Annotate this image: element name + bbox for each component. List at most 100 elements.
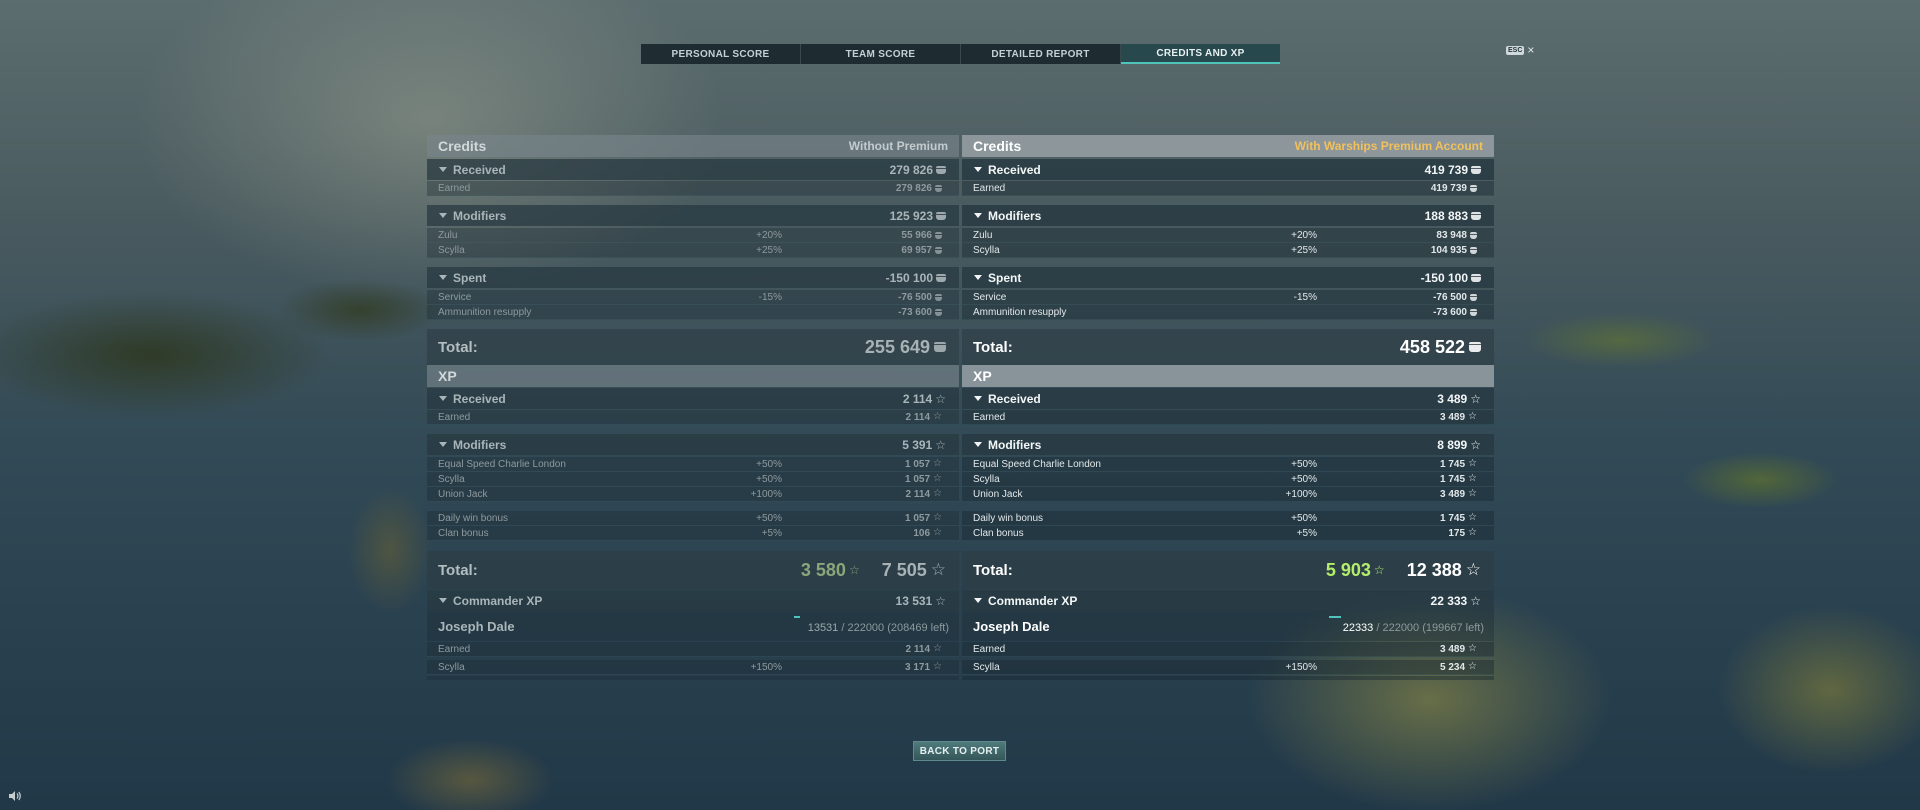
item-value: 1 057 ☆ bbox=[862, 513, 942, 524]
xp-star-icon: ☆ bbox=[1373, 563, 1385, 577]
total-label: Total: bbox=[438, 338, 478, 356]
list-item: Union Jack +100% 2 114 ☆ bbox=[427, 487, 959, 502]
credits-coin-icon bbox=[935, 231, 942, 239]
item-value: 106 ☆ bbox=[862, 528, 942, 539]
list-item: Earned 3 489 ☆ bbox=[962, 410, 1494, 425]
xp-modifiers-group[interactable]: Modifiers 8 899 ☆ bbox=[962, 434, 1494, 455]
list-item: Scylla +50% 1 057 ☆ bbox=[427, 472, 959, 487]
commander-row: Joseph Dale 22333 / 222000 (199667 left) bbox=[962, 611, 1494, 641]
account-type-label: Without Premium bbox=[848, 139, 948, 153]
tab-bar: PERSONAL SCORE TEAM SCORE DETAILED REPOR… bbox=[641, 44, 1280, 64]
progress-total: / 222000 (208469 left) bbox=[838, 622, 949, 634]
triangle-down-icon bbox=[439, 442, 447, 447]
progress-bar bbox=[1328, 616, 1341, 618]
item-label: Service bbox=[973, 291, 1007, 303]
xp-received-group[interactable]: Received 3 489 ☆ bbox=[962, 388, 1494, 409]
list-item: Equal Speed Charlie London +50% 1 057 ☆ bbox=[427, 457, 959, 472]
item-amount: 1 057 bbox=[905, 512, 931, 524]
item-label: Daily win bonus bbox=[973, 512, 1044, 524]
triangle-down-icon bbox=[439, 396, 447, 401]
item-value: 3 489 ☆ bbox=[1397, 489, 1477, 500]
modifiers-group[interactable]: Modifiers 125 923 bbox=[427, 205, 959, 226]
group-value: -150 100 bbox=[1421, 271, 1481, 285]
commander-xp-group[interactable]: Commander XP 22 333 ☆ bbox=[962, 590, 1494, 611]
list-item: Earned 279 826 bbox=[427, 181, 959, 196]
xp-received-group[interactable]: Received 2 114 ☆ bbox=[427, 388, 959, 409]
credits-coin-icon bbox=[1471, 273, 1481, 282]
tab-personal-score[interactable]: PERSONAL SCORE bbox=[641, 44, 801, 64]
spent-group[interactable]: Spent -150 100 bbox=[962, 267, 1494, 288]
item-value: 104 935 bbox=[1397, 245, 1477, 256]
triangle-down-icon bbox=[439, 167, 447, 172]
xp-total-row: Total: 3 580 ☆ 7 505 ☆ bbox=[427, 551, 959, 589]
commander-row: Joseph Dale 13531 / 222000 (208469 left) bbox=[427, 611, 959, 641]
back-to-port-button[interactable]: BACK TO PORT bbox=[913, 741, 1006, 761]
commander-xp-group[interactable]: Commander XP 13 531 ☆ bbox=[427, 590, 959, 611]
item-label: Clan bonus bbox=[438, 527, 489, 539]
xp-star-icon: ☆ bbox=[1465, 560, 1481, 579]
spent-group[interactable]: Spent -150 100 bbox=[427, 267, 959, 288]
speaker-icon[interactable] bbox=[8, 790, 22, 802]
list-item: Clan bonus +5% 175 ☆ bbox=[962, 526, 1494, 541]
group-value: -150 100 bbox=[886, 271, 946, 285]
xp-star-icon: ☆ bbox=[1470, 593, 1481, 608]
tab-detailed-report[interactable]: DETAILED REPORT bbox=[961, 44, 1121, 64]
item-amount: -76 500 bbox=[898, 291, 932, 303]
list-item: Daily win bonus +50% 1 745 ☆ bbox=[962, 511, 1494, 526]
list-item: Earned 2 114 ☆ bbox=[427, 642, 959, 657]
item-amount: 2 114 bbox=[905, 488, 931, 500]
list-item: Earned 419 739 bbox=[962, 181, 1494, 196]
xp-total-row: Total: 5 903 ☆ 12 388 ☆ bbox=[962, 551, 1494, 589]
credits-coin-icon bbox=[1471, 211, 1481, 220]
list-item: Equal Speed Charlie London +50% 1 745 ☆ bbox=[962, 457, 1494, 472]
item-amount: 69 957 bbox=[901, 244, 932, 256]
item-percent: +150% bbox=[750, 661, 782, 673]
credits-coin-icon bbox=[936, 165, 946, 174]
item-amount: 2 114 bbox=[905, 643, 931, 655]
item-label: Scylla bbox=[973, 244, 1000, 256]
close-button[interactable]: ESC × bbox=[1506, 44, 1534, 56]
item-percent: +100% bbox=[1285, 488, 1317, 500]
item-percent: +50% bbox=[756, 473, 782, 485]
item-value: 2 114 ☆ bbox=[862, 644, 942, 655]
received-group[interactable]: Received 279 826 bbox=[427, 159, 959, 180]
group-value: 188 883 bbox=[1425, 209, 1481, 223]
progress-total: / 222000 (199667 left) bbox=[1373, 622, 1484, 634]
item-amount: 419 739 bbox=[1430, 182, 1467, 194]
item-value: -76 500 bbox=[862, 292, 942, 303]
xp-star-icon: ☆ bbox=[1468, 473, 1477, 484]
item-label: Earned bbox=[973, 411, 1006, 423]
received-group[interactable]: Received 419 739 bbox=[962, 159, 1494, 180]
list-item: Ammunition resupply -73 600 bbox=[427, 305, 959, 320]
section-header: XP bbox=[427, 365, 959, 387]
group-value: 13 531 ☆ bbox=[896, 594, 946, 608]
credits-coin-icon bbox=[1469, 342, 1481, 352]
xp-modifiers-group[interactable]: Modifiers 5 391 ☆ bbox=[427, 434, 959, 455]
item-value: -76 500 bbox=[1397, 292, 1477, 303]
xp-star-icon: ☆ bbox=[933, 527, 942, 538]
group-amount: 125 923 bbox=[889, 208, 933, 223]
group-amount: 5 391 bbox=[902, 437, 933, 452]
xp-star-icon: ☆ bbox=[1468, 527, 1477, 538]
progress-current: 13531 bbox=[807, 622, 839, 634]
total-amount: 458 522 bbox=[1399, 336, 1465, 357]
group-amount: 279 826 bbox=[889, 162, 933, 177]
free-xp-amount: 3 580 bbox=[800, 559, 846, 580]
section-header: Credits With Warships Premium Account bbox=[962, 135, 1494, 157]
group-label: Modifiers bbox=[988, 208, 1042, 223]
group-label: Received bbox=[453, 391, 506, 406]
tab-team-score[interactable]: TEAM SCORE bbox=[801, 44, 961, 64]
modifiers-group[interactable]: Modifiers 188 883 bbox=[962, 205, 1494, 226]
group-value: 2 114 ☆ bbox=[903, 392, 946, 406]
panel-without-premium: Credits Without Premium Received 279 826 Ear… bbox=[427, 135, 959, 680]
credits-coin-icon bbox=[1470, 293, 1477, 301]
group-amount: -150 100 bbox=[1420, 270, 1468, 285]
credits-total-value: 255 649 bbox=[865, 337, 946, 358]
item-label: Ammunition resupply bbox=[438, 306, 532, 318]
item-label: Zulu bbox=[973, 229, 993, 241]
section-title: Credits bbox=[973, 138, 1022, 154]
credits-coin-icon bbox=[1470, 231, 1477, 239]
item-amount: 104 935 bbox=[1430, 244, 1467, 256]
group-amount: 8 899 bbox=[1437, 437, 1468, 452]
tab-credits-and-xp[interactable]: CREDITS AND XP bbox=[1121, 44, 1280, 64]
